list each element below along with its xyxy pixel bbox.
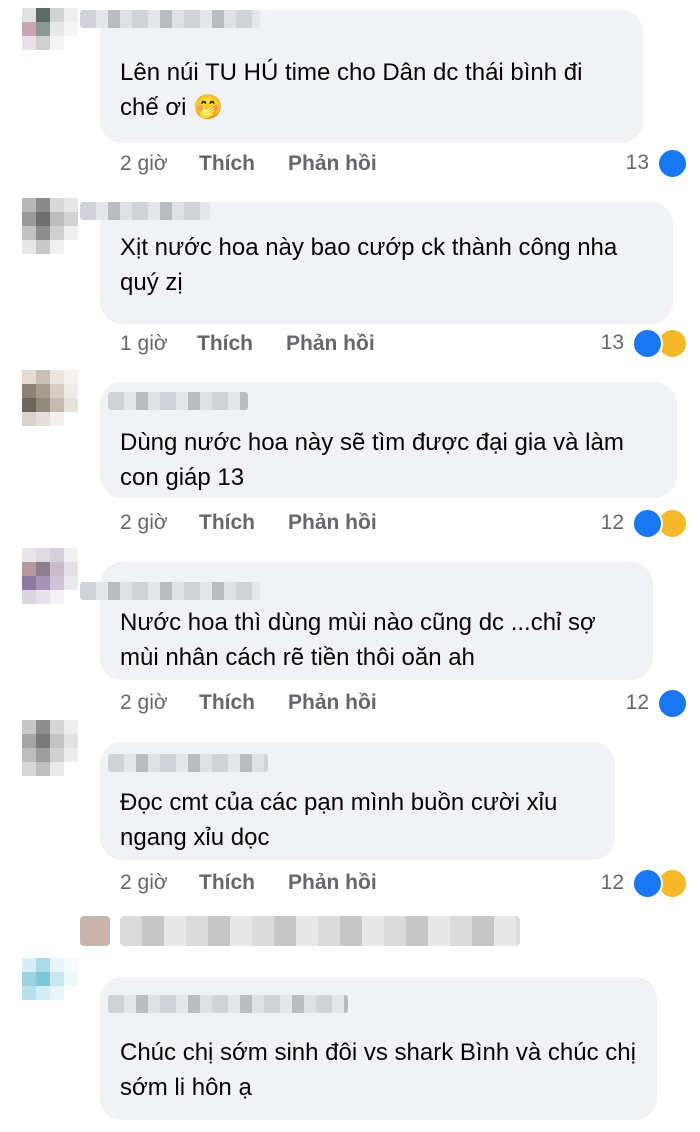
author-name[interactable]	[108, 392, 248, 410]
comment-text: Chúc chị sớm sinh đôi vs shark Bình và c…	[120, 1039, 636, 1101]
reaction-count: 13	[625, 151, 649, 174]
timestamp[interactable]: 2 giờ	[120, 871, 168, 895]
comment-2: Xịt nước hoa này bao cướp ck thành công …	[0, 180, 700, 360]
reaction-summary[interactable]: 12	[625, 687, 688, 719]
comment-5: Đọc cmt của các pạn mình buồn cười xỉu n…	[0, 720, 700, 900]
comment-bubble: Đọc cmt của các pạn mình buồn cười xỉu n…	[100, 742, 615, 860]
timestamp[interactable]: 1 giờ	[120, 332, 168, 356]
reaction-summary[interactable]: 13	[625, 147, 688, 179]
hidden-reply-text	[120, 916, 520, 946]
timestamp[interactable]: 2 giờ	[120, 511, 168, 535]
reply-button[interactable]: Phản hồi	[288, 691, 377, 715]
comment-6: Chúc chị sớm sinh đôi vs shark Bình và c…	[0, 952, 700, 1132]
comment-bubble: Nước hoa thì dùng mùi nào cũng dc ...chỉ…	[80, 562, 653, 680]
comment-bubble: Dùng nước hoa này sẽ tìm được đại gia và…	[100, 382, 677, 498]
comment-text: Xịt nước hoa này bao cướp ck thành công …	[120, 234, 618, 296]
avatar[interactable]	[22, 548, 78, 604]
timestamp[interactable]: 2 giờ	[120, 152, 168, 176]
reaction-summary[interactable]: 12	[600, 507, 688, 539]
like-icon	[657, 687, 688, 719]
author-name[interactable]	[80, 10, 260, 28]
avatar[interactable]	[22, 720, 78, 776]
reply-button[interactable]: Phản hồi	[286, 332, 375, 356]
hidden-reply-avatar	[80, 916, 110, 946]
comment-text: Đọc cmt của các pạn mình buồn cười xỉu n…	[120, 789, 558, 851]
author-name[interactable]	[108, 995, 348, 1013]
reaction-count: 13	[600, 331, 624, 354]
reaction-summary[interactable]: 12	[600, 867, 688, 899]
comment-1: Lên núi TU HÚ time cho Dân dc thái bình …	[0, 0, 700, 180]
comment-text: Dùng nước hoa này sẽ tìm được đại gia và…	[120, 429, 624, 491]
author-name[interactable]	[108, 754, 268, 772]
like-icon	[632, 867, 663, 899]
like-button[interactable]: Thích	[197, 332, 253, 356]
hidden-reply-link[interactable]	[80, 910, 530, 954]
reaction-summary[interactable]: 13	[600, 327, 688, 359]
like-button[interactable]: Thích	[199, 691, 255, 715]
like-button[interactable]: Thích	[199, 871, 255, 895]
comment-bubble: Chúc chị sớm sinh đôi vs shark Bình và c…	[100, 977, 657, 1120]
author-name[interactable]	[80, 202, 210, 220]
reaction-count: 12	[625, 691, 649, 714]
reply-button[interactable]: Phản hồi	[288, 152, 377, 176]
comment-bubble: Xịt nước hoa này bao cướp ck thành công …	[80, 202, 673, 324]
comment-3: Dùng nước hoa này sẽ tìm được đại gia và…	[0, 360, 700, 540]
like-icon	[657, 147, 688, 179]
like-button[interactable]: Thích	[199, 152, 255, 176]
comment-4: Nước hoa thì dùng mùi nào cũng dc ...chỉ…	[0, 540, 700, 720]
author-name[interactable]	[80, 582, 260, 600]
comment-text: Nước hoa thì dùng mùi nào cũng dc ...chỉ…	[120, 609, 596, 671]
timestamp[interactable]: 2 giờ	[120, 691, 168, 715]
avatar[interactable]	[22, 958, 78, 1014]
reaction-count: 12	[600, 511, 624, 534]
avatar[interactable]	[22, 370, 78, 426]
comment-text: Lên núi TU HÚ time cho Dân dc thái bình …	[120, 59, 583, 121]
like-icon	[632, 327, 663, 359]
reaction-count: 12	[600, 871, 624, 894]
like-icon	[632, 507, 663, 539]
like-button[interactable]: Thích	[199, 511, 255, 535]
emoji-icon: 🤭	[193, 94, 223, 121]
reply-button[interactable]: Phản hồi	[288, 871, 377, 895]
avatar[interactable]	[22, 8, 78, 64]
reply-button[interactable]: Phản hồi	[288, 511, 377, 535]
comment-bubble: Lên núi TU HÚ time cho Dân dc thái bình …	[80, 10, 643, 143]
avatar[interactable]	[22, 198, 78, 254]
